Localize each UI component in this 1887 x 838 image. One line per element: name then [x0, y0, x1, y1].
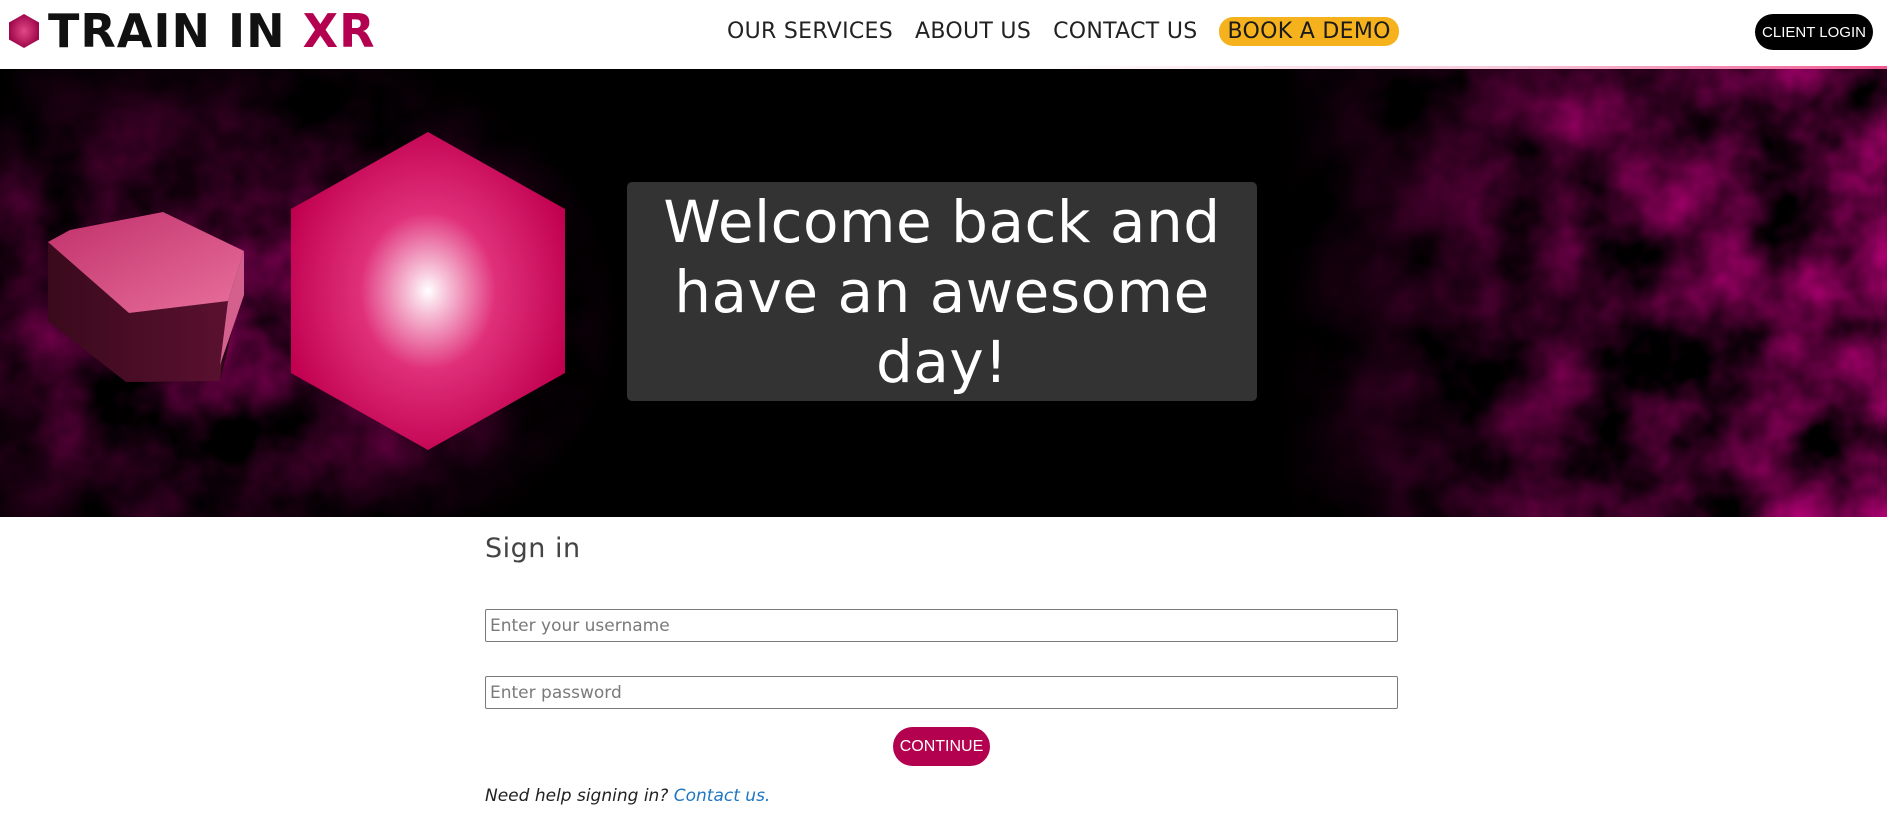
site-header: TRAIN IN XR OUR SERVICES ABOUT US CONTAC… — [0, 0, 1887, 68]
hexagon-logo-icon — [9, 14, 39, 48]
logo-text-prefix: TRAIN IN — [48, 4, 303, 58]
nav-contact-us[interactable]: CONTACT US — [1053, 19, 1197, 44]
help-text: Need help signing in? — [485, 786, 669, 806]
client-login-button[interactable]: CLIENT LOGIN — [1755, 14, 1873, 50]
hero-banner: Welcome back and have an awesome day! — [0, 69, 1887, 517]
nav-about-us[interactable]: ABOUT US — [915, 19, 1031, 44]
username-input[interactable] — [485, 609, 1398, 642]
site-logo[interactable]: TRAIN IN XR — [8, 6, 376, 56]
logo-text: TRAIN IN XR — [48, 8, 376, 54]
password-input[interactable] — [485, 676, 1398, 709]
contact-us-link[interactable]: Contact us. — [674, 786, 771, 806]
nav-our-services[interactable]: OUR SERVICES — [727, 19, 893, 44]
welcome-panel: Welcome back and have an awesome day! — [627, 182, 1257, 401]
main-nav: OUR SERVICES ABOUT US CONTACT US BOOK A … — [727, 14, 1399, 48]
continue-button[interactable]: CONTINUE — [893, 727, 990, 766]
signin-help: Need help signing in? Contact us. — [485, 786, 770, 806]
logo-text-accent: XR — [302, 4, 376, 58]
book-demo-button[interactable]: BOOK A DEMO — [1219, 16, 1399, 46]
welcome-message: Welcome back and have an awesome day! — [663, 187, 1221, 396]
signin-heading: Sign in — [485, 533, 581, 564]
